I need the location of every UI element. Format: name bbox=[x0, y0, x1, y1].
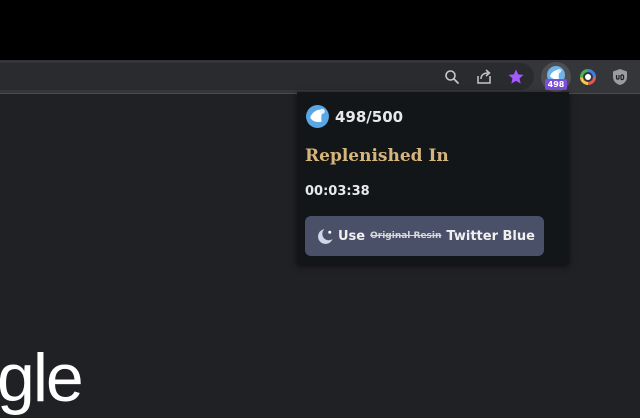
moon-icon bbox=[318, 227, 334, 244]
resin-icon bbox=[306, 105, 329, 128]
share-icon[interactable] bbox=[473, 66, 495, 88]
button-replacement-label: Twitter Blue bbox=[446, 228, 535, 244]
search-icon[interactable] bbox=[441, 66, 463, 88]
replenished-label: Replenished In bbox=[305, 146, 449, 166]
extension-popup: 498/500 Replenished In 00:03:38 Use Orig… bbox=[297, 92, 569, 264]
button-struck-label: Original Resin bbox=[370, 231, 442, 241]
window-top-bar bbox=[0, 0, 640, 60]
resin-status: 498/500 bbox=[305, 104, 403, 129]
use-twitter-blue-button[interactable]: Use Original Resin Twitter Blue bbox=[305, 216, 544, 256]
star-icon[interactable] bbox=[505, 66, 527, 88]
resin-count: 498/500 bbox=[335, 107, 404, 126]
ublock-icon[interactable] bbox=[609, 66, 631, 88]
replenish-timer: 00:03:38 bbox=[305, 184, 370, 199]
extension-badge: 498 bbox=[545, 79, 567, 90]
color-extension-icon[interactable] bbox=[577, 66, 599, 88]
button-use-label: Use bbox=[338, 228, 366, 244]
google-logo-fragment: gle bbox=[0, 340, 84, 416]
